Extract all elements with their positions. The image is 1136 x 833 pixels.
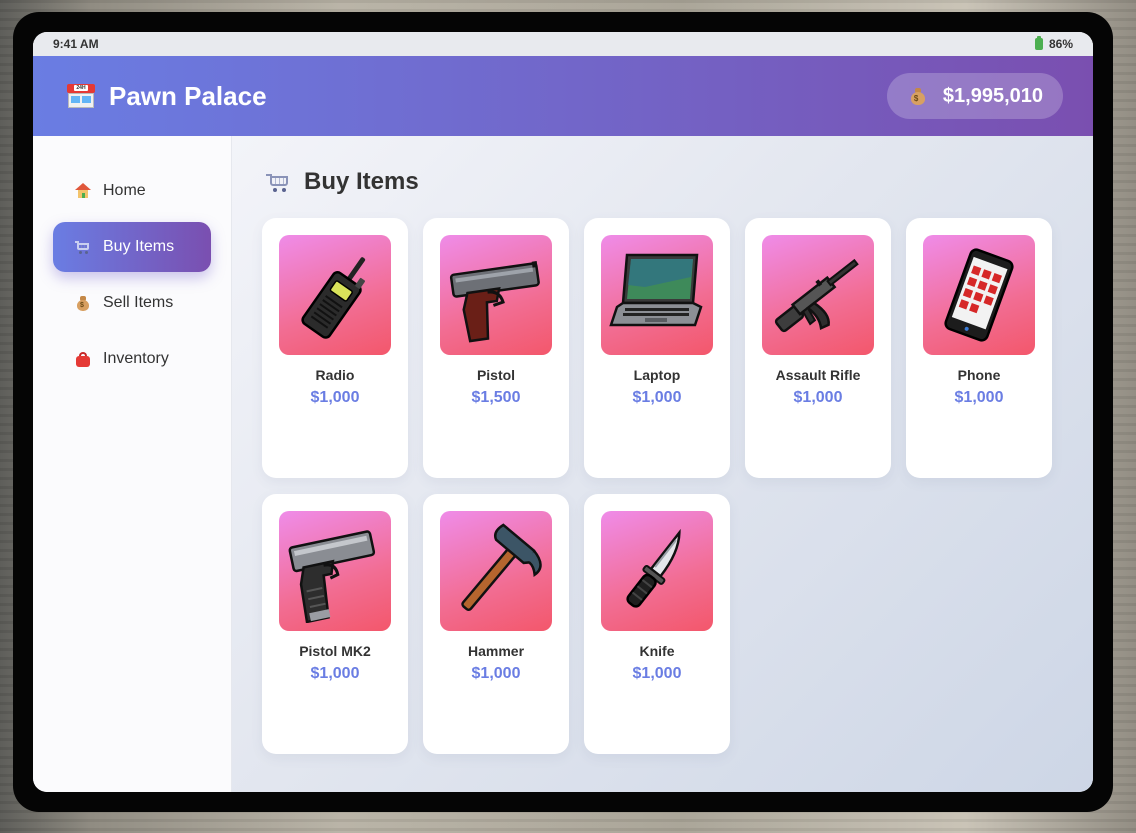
pistol-icon [449,261,540,343]
radio-icon [301,257,366,339]
sidebar-item-label: Inventory [103,350,169,367]
item-price: $1,000 [632,665,682,682]
hammer-icon [461,523,542,612]
item-price: $1,000 [310,665,360,682]
item-name: Pistol [476,367,516,383]
pistol-mk2-icon [288,530,376,623]
item-image [601,511,713,631]
status-bar: 9:41 AM 86% [33,32,1093,56]
item-card-radio[interactable]: Radio $1,000 [262,218,408,478]
sidebar-item-home[interactable]: Home [53,166,211,216]
item-image [923,235,1035,355]
item-image [440,235,552,355]
sidebar-item-sell-items[interactable]: $ Sell Items [53,278,211,328]
status-battery: 86% [1034,36,1073,51]
laptop-icon [609,253,703,327]
item-grid: Radio $1,000 Pistol $1,500 Laptop $1,000… [262,218,1093,754]
sidebar: Home Buy Items $ Sell Items Inventory [33,136,232,792]
item-card-pistol[interactable]: Pistol $1,500 [423,218,569,478]
app-title: Pawn Palace [109,80,267,111]
app-header: 24H Pawn Palace $ $1,995,010 [33,56,1093,136]
home-icon [75,183,91,199]
battery-level: 86% [1048,37,1073,51]
page-title: Buy Items [304,168,419,195]
item-image [762,235,874,355]
item-price: $1,000 [471,665,521,682]
item-price: $1,000 [310,389,360,406]
money-bag-icon: $ [909,87,927,105]
section-header: Buy Items [262,166,1093,198]
item-card-laptop[interactable]: Laptop $1,000 [584,218,730,478]
brand: 24H Pawn Palace [67,81,267,112]
phone-icon [944,248,1014,342]
item-card-knife[interactable]: Knife $1,000 [584,494,730,754]
item-image [279,235,391,355]
item-name: Pistol MK2 [299,643,371,659]
item-price: $1,000 [632,389,682,406]
item-name: Hammer [467,643,525,659]
item-name: Phone [957,367,1001,383]
item-card-pistol-mk2[interactable]: Pistol MK2 $1,000 [262,494,408,754]
item-image [601,235,713,355]
sidebar-item-label: Sell Items [103,294,174,311]
assault-rifle-icon [774,258,859,333]
tablet-screen: 9:41 AM 86% 24H Pawn Palace $ $1,995,010… [33,32,1093,792]
item-price: $1,000 [793,389,843,406]
body-area: Home Buy Items $ Sell Items Inventory Bu… [33,136,1093,792]
item-card-hammer[interactable]: Hammer $1,000 [423,494,569,754]
battery-icon [1034,36,1043,50]
item-price: $1,000 [954,389,1004,406]
item-image [440,511,552,631]
main-content: Buy Items Radio $1,000 Pistol $1,500 Lap… [232,136,1093,792]
money-bag-icon: $ [75,295,91,311]
knife-icon [626,528,681,608]
item-image [279,511,391,631]
item-name: Assault Rifle [775,367,861,383]
sidebar-item-label: Buy Items [103,238,175,255]
item-name: Knife [639,643,675,659]
status-time: 9:41 AM [53,37,99,51]
item-card-phone[interactable]: Phone $1,000 [906,218,1052,478]
cart-icon [75,239,91,255]
balance-amount: $1,995,010 [942,84,1043,107]
sidebar-item-buy-items[interactable]: Buy Items [53,222,211,272]
box-icon [75,351,91,367]
cart-icon [266,171,290,193]
sidebar-item-label: Home [103,182,146,199]
item-price: $1,500 [471,389,521,406]
balance-badge: $ $1,995,010 [886,73,1063,119]
store-icon: 24H [67,84,95,108]
item-name: Radio [315,367,355,383]
tablet-frame: 9:41 AM 86% 24H Pawn Palace $ $1,995,010… [13,12,1113,812]
sidebar-item-inventory[interactable]: Inventory [53,334,211,384]
item-card-assault-rifle[interactable]: Assault Rifle $1,000 [745,218,891,478]
item-name: Laptop [633,367,681,383]
